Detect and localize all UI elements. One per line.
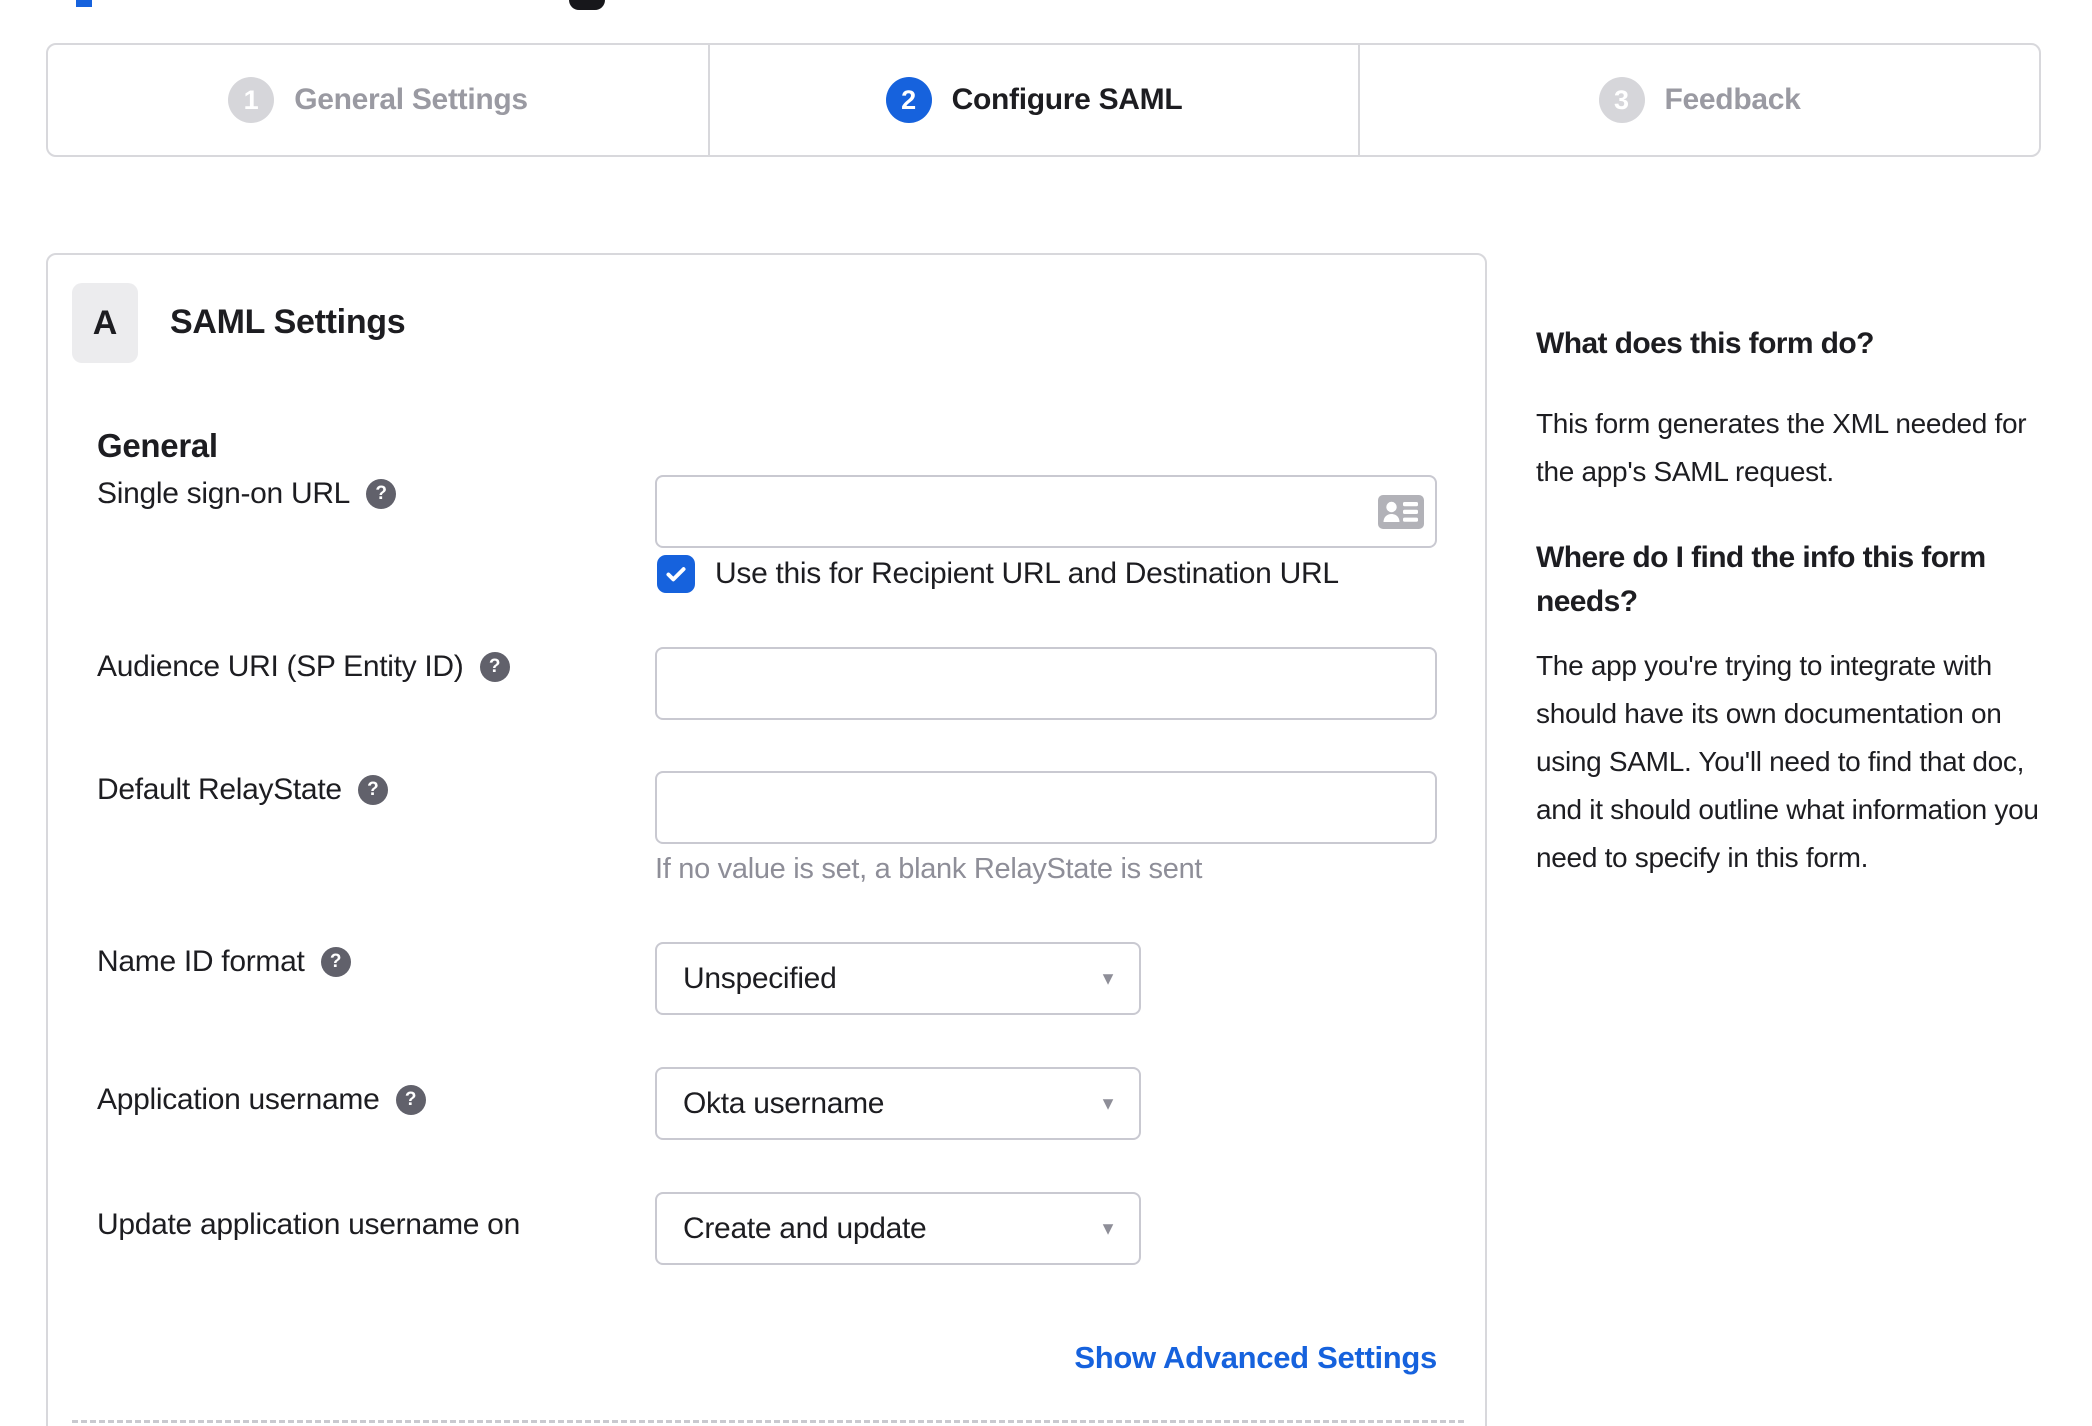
chevron-down-icon: ▼ (1099, 1218, 1117, 1238)
application-username-label: Application username ? (97, 1083, 426, 1117)
select-value: Unspecified (683, 961, 837, 995)
checkmark-icon (666, 567, 686, 582)
field-label-text: Name ID format (97, 945, 305, 978)
saml-settings-panel: A SAML Settings General Single sign-on U… (46, 253, 1487, 1426)
single-sign-on-url-help-icon[interactable]: ? (366, 479, 397, 509)
field-label-text: Update application username on (97, 1208, 520, 1241)
application-username-help-icon[interactable]: ? (395, 1085, 426, 1115)
step-general-settings[interactable]: 1 General Settings (48, 45, 708, 155)
step-configure-saml[interactable]: 2 Configure SAML (708, 45, 1360, 155)
configure-saml-page: 1 General Settings 2 Configure SAML 3 Fe… (0, 0, 2092, 1426)
help-question-where: Where do I find the info this form needs… (1536, 541, 1986, 618)
field-label-text: Default RelayState (97, 773, 342, 806)
audience-uri-label: Audience URI (SP Entity ID) ? (97, 650, 510, 684)
relaystate-hint: If no value is set, a blank RelayState i… (655, 853, 1203, 885)
panel-title: SAML Settings (170, 303, 406, 341)
help-question-what: What does this form do? (1536, 327, 1874, 360)
name-id-format-select[interactable]: Unspecified ▼ (655, 942, 1141, 1015)
advanced-settings-row: Show Advanced Settings (655, 1340, 1437, 1376)
field-label-text: Single sign-on URL (97, 477, 351, 510)
select-value: Create and update (683, 1211, 927, 1245)
field-label-text: Audience URI (SP Entity ID) (97, 650, 464, 683)
recipient-url-checkbox-row: Use this for Recipient URL and Destinati… (657, 555, 1339, 593)
step-number-badge: 2 (885, 77, 932, 123)
select-value: Okta username (683, 1086, 885, 1120)
update-application-username-select[interactable]: Create and update ▼ (655, 1192, 1141, 1265)
step-number-badge: 3 (1598, 77, 1645, 123)
single-sign-on-url-input[interactable] (655, 475, 1437, 548)
section-heading-general: General (97, 427, 218, 464)
wizard-stepper: 1 General Settings 2 Configure SAML 3 Fe… (46, 43, 2041, 157)
step-label: Configure SAML (951, 83, 1183, 116)
show-advanced-settings-link[interactable]: Show Advanced Settings (1074, 1340, 1437, 1375)
name-id-format-label: Name ID format ? (97, 945, 351, 979)
field-label-text: Application username (97, 1083, 380, 1116)
dashed-divider (72, 1420, 1464, 1423)
cutoff-header-fragment-dark (569, 0, 605, 10)
update-application-username-label: Update application username on (97, 1208, 520, 1242)
recipient-url-checkbox[interactable] (657, 555, 695, 593)
application-username-select[interactable]: Okta username ▼ (655, 1067, 1141, 1140)
audience-uri-input[interactable] (655, 647, 1437, 720)
help-answer-what: This form generates the XML needed for t… (1536, 408, 2027, 487)
default-relaystate-input[interactable] (655, 771, 1437, 844)
name-id-format-help-icon[interactable]: ? (320, 947, 351, 977)
chevron-down-icon: ▼ (1099, 1093, 1117, 1113)
chevron-down-icon: ▼ (1099, 968, 1117, 988)
help-panel: What does this form do? This form genera… (1536, 322, 2066, 882)
default-relaystate-label: Default RelayState ? (97, 773, 388, 807)
step-label: Feedback (1664, 83, 1801, 116)
step-number-badge: 1 (228, 77, 275, 123)
single-sign-on-url-label: Single sign-on URL ? (97, 477, 397, 511)
default-relaystate-help-icon[interactable]: ? (357, 775, 388, 805)
section-a-badge: A (72, 283, 138, 363)
step-label: General Settings (294, 83, 528, 116)
cutoff-header-fragment-blue (76, 0, 92, 7)
help-answer-where: The app you're trying to integrate with … (1536, 650, 2039, 873)
recipient-url-checkbox-label: Use this for Recipient URL and Destinati… (715, 557, 1339, 590)
step-feedback[interactable]: 3 Feedback (1360, 45, 2039, 155)
audience-uri-help-icon[interactable]: ? (479, 652, 510, 682)
